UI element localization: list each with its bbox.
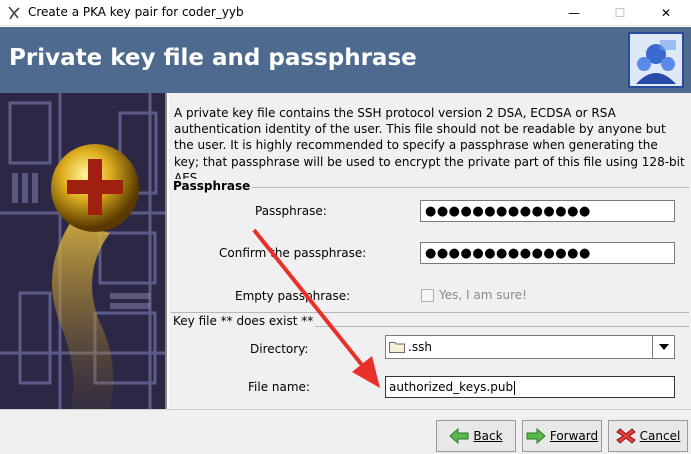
arrow-right-icon: [526, 428, 546, 444]
passphrase-label: Passphrase:: [255, 204, 327, 218]
directory-label: Directory:: [250, 342, 309, 356]
directory-value: .ssh: [408, 340, 432, 354]
window-title: Create a PKA key pair for coder_yyb: [28, 5, 244, 19]
app-icon: [8, 6, 20, 20]
wizard-side-art: [0, 93, 167, 409]
text-caret: [514, 380, 516, 395]
keyfile-group-title: Key file ** does exist **: [171, 314, 316, 328]
arrow-left-icon: [449, 428, 469, 444]
checkbox-box[interactable]: [421, 288, 434, 302]
confirm-passphrase-input[interactable]: ●●●●●●●●●●●●●●: [420, 242, 675, 264]
empty-passphrase-label: Empty passphrase:: [235, 289, 351, 303]
back-button-label: Back: [473, 429, 503, 443]
filename-value: authorized_keys.pub: [389, 380, 514, 394]
passphrase-input[interactable]: ●●●●●●●●●●●●●●: [420, 200, 675, 222]
maximize-icon: ☐: [614, 6, 626, 20]
confirm-passphrase-value: ●●●●●●●●●●●●●●: [425, 246, 591, 261]
filename-label: File name:: [248, 380, 310, 394]
empty-passphrase-checkbox[interactable]: Yes, I am sure!: [421, 288, 527, 302]
directory-dropdown-button[interactable]: [652, 336, 674, 358]
button-bar: Back Forward Cancel: [0, 409, 691, 454]
page-title: Private key file and passphrase: [9, 45, 417, 71]
close-icon: ✕: [660, 6, 672, 20]
chevron-down-icon: [658, 344, 669, 350]
cancel-button[interactable]: Cancel: [608, 420, 688, 452]
cancel-x-icon: [615, 428, 636, 444]
forward-button[interactable]: Forward: [522, 420, 602, 452]
folder-icon: [389, 342, 405, 353]
close-button[interactable]: ✕: [643, 0, 689, 26]
maximize-button[interactable]: ☐: [597, 0, 643, 26]
title-bar: Create a PKA key pair for coder_yyb — ☐ …: [0, 0, 691, 26]
keyfile-group-divider: [171, 312, 689, 313]
filename-input[interactable]: authorized_keys.pub: [385, 376, 675, 398]
wizard-header: Private key file and passphrase: [0, 27, 691, 93]
empty-passphrase-checkbox-label: Yes, I am sure!: [439, 288, 527, 302]
cancel-button-label: Cancel: [639, 429, 681, 443]
directory-combobox[interactable]: .ssh: [385, 335, 675, 359]
passphrase-group-title: Passphrase: [171, 179, 253, 193]
passphrase-value: ●●●●●●●●●●●●●●: [425, 204, 591, 219]
pka-keys-logo-icon: [628, 32, 684, 88]
back-button[interactable]: Back: [436, 420, 516, 452]
confirm-passphrase-label: Confirm the passphrase:: [219, 246, 367, 260]
forward-button-label: Forward: [549, 429, 599, 443]
wizard-content: A private key file contains the SSH prot…: [169, 93, 691, 409]
description-text: A private key file contains the SSH prot…: [174, 106, 685, 185]
minimize-button[interactable]: —: [551, 0, 597, 26]
minimize-icon: —: [568, 6, 580, 20]
